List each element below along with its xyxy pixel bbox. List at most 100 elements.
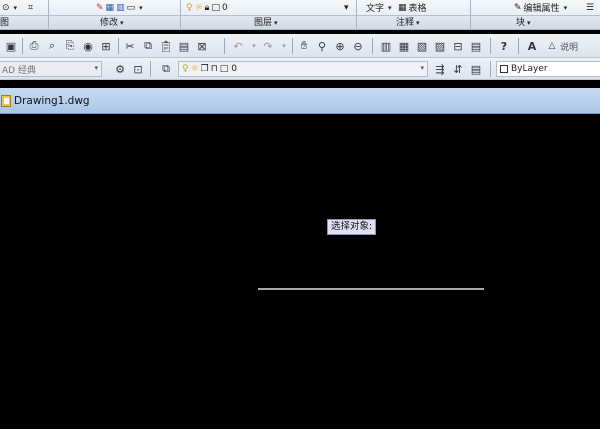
panel-draw-label[interactable]: 图 [0,16,9,29]
layer-value: 0 [231,64,238,74]
toolbar-separator [22,38,23,54]
array-icon: ▦ [105,2,115,13]
ribbon-tools-row: ⊙ ▾ ⌗ ✎ ▦ ▥ ▭ ▾ ♀ ☼ 🔒︎ □ 0 ▾ 文字 ▾ ▦ 表格 ✎… [0,0,600,15]
rectangle-icon: ▭ [126,2,136,13]
properties-icon[interactable]: ☰ [586,1,594,14]
zoom-realtime-icon[interactable]: ⚲ [314,38,330,54]
command-prompt-tooltip: 选择对象: [327,219,377,235]
panel-block-label[interactable]: 块 ▾ [516,16,531,29]
edit-attribute-label: 编辑属性 [523,4,560,14]
edit-attribute-button[interactable]: ✎ 编辑属性 ▾ [514,1,568,15]
save-icon[interactable]: ▣ [3,38,19,54]
print-icon[interactable]: ⎙ [26,38,42,54]
document-tab[interactable]: Drawing1.dwg [0,92,90,110]
help-icon[interactable]: ? [496,38,512,54]
toolbar-separator [372,38,373,54]
modify-tools[interactable]: ✎ ▦ ▥ ▭ ▾ [96,1,143,14]
color-value: ByLayer [511,64,548,74]
pencil-icon: ✎ [96,2,104,13]
color-combo[interactable]: ByLayer [496,61,600,77]
description-label: 说明 [560,43,579,53]
chevron-down-icon: ▾ [13,3,18,12]
copy-icon[interactable]: ⧉ [140,38,156,54]
grid-icon: ▥ [116,2,125,13]
color-swatch-icon [500,65,508,73]
circle-icon: ⊙ [2,2,10,13]
chevron-down-icon: ▾ [139,3,143,12]
lightbulb-icon: ♀ [182,64,189,74]
edit-attribute-icon: ✎ [514,2,522,13]
zoom-window-icon[interactable]: ⊕ [332,38,348,54]
layer-dropdown-arrow[interactable]: ▾ [344,1,349,14]
ribbon: ⊙ ▾ ⌗ ✎ ▦ ▥ ▭ ▾ ♀ ☼ 🔒︎ □ 0 ▾ 文字 ▾ ▦ 表格 ✎… [0,0,600,30]
document-title: Drawing1.dwg [14,95,90,107]
table-button[interactable]: ▦ 表格 [398,1,427,15]
chevron-down-icon: ▾ [344,2,349,13]
toolbar-separator [292,38,293,54]
toolbar-separator [150,61,151,77]
panel-modify-label[interactable]: 修改 ▾ [100,16,124,29]
lightbulb-icon: ♀ [186,2,193,13]
toolbar-separator [518,38,519,54]
drawing-canvas[interactable]: 选择对象: [0,115,600,429]
standard-toolbar: ▣ ⎙ ⌕ ⎘ ◉ ⊞ ✂ ⧉ 📋︎ ▤ ⊠ ↶ ▾ ↷ ▾ ✋︎ ⚲ ⊕ ⊖ … [0,34,600,58]
hatch-tool[interactable]: ⌗ [28,1,33,14]
layer-properties-icon[interactable]: ⧉ [158,61,174,77]
properties-icon[interactable]: ▥ [378,38,394,54]
layer-combo[interactable]: ♀ ☼ ❐ ⊓ □ 0 ▾ [178,61,428,77]
calculator-icon[interactable]: ▤ [468,38,484,54]
pan-icon[interactable]: ✋︎ [296,38,312,54]
layer-state-icon[interactable]: ▤ [468,61,484,77]
chevron-down-icon: ▾ [388,3,392,12]
zoom-previous-icon[interactable]: ⊖ [350,38,366,54]
etransmit-icon[interactable]: ⊞ [98,38,114,54]
ribbon-panel-labels: 图 修改 ▾ 图层 ▾ 注释 ▾ 块 ▾ [0,15,600,29]
design-center-icon[interactable]: ▦ [396,38,412,54]
panel-separator [356,0,357,29]
panel-separator [180,0,181,29]
markup-icon[interactable]: ⊟ [450,38,466,54]
chevron-down-icon: ▾ [563,3,568,12]
color-square-icon: □ [219,64,229,74]
panel-annotation-label[interactable]: 注释 ▾ [396,16,420,29]
chevron-down-icon[interactable]: ▾ [276,38,292,54]
workspace-save-icon[interactable]: ⊡ [130,61,146,77]
toolbar-separator [224,38,225,54]
block-editor-icon[interactable]: ⊠ [194,38,210,54]
toolbar-separator [118,38,119,54]
redo-icon[interactable]: ↷ [260,38,276,54]
circle-tool[interactable]: ⊙ ▾ [2,1,17,14]
match-properties-icon[interactable]: ▤ [176,38,192,54]
color-square-icon: □ [211,2,220,13]
make-current-icon[interactable]: ⇶ [432,61,448,77]
3d-dwf-icon[interactable]: ◉ [80,38,96,54]
document-tab-bar: Drawing1.dwg [0,88,600,114]
layer-state[interactable]: ♀ ☼ 🔒︎ □ 0 [186,1,228,14]
sheet-set-icon[interactable]: ▨ [432,38,448,54]
cut-icon[interactable]: ✂ [122,38,138,54]
tool-palettes-icon[interactable]: ▧ [414,38,430,54]
undo-icon[interactable]: ↶ [230,38,246,54]
toolbar-separator [490,61,491,77]
workspace-settings-icon[interactable]: ⚙ [112,61,128,77]
panel-separator [48,0,49,29]
line-entity[interactable] [258,288,484,290]
workspace-combo[interactable]: AD 经典 ▾ [0,61,102,77]
list-icon: ☰ [586,2,595,13]
text-label: 文字 [366,4,385,14]
text-style-icon[interactable]: A [524,38,540,54]
chevron-down-icon: ▾ [420,64,424,72]
text-button[interactable]: 文字 ▾ [366,1,392,15]
lock-icon: ⊓ [210,64,218,74]
sun-icon: ☼ [194,2,203,13]
paste-icon[interactable]: 📋︎ [158,38,174,54]
sun-icon: ☼ [190,64,199,74]
freeze-icon: ❐ [200,64,209,74]
panel-layer-label[interactable]: 图层 ▾ [254,16,278,29]
layer-value: 0 [221,2,228,13]
toolbar-separator [490,38,491,54]
layer-previous-icon[interactable]: ⇵ [450,61,466,77]
print-preview-icon[interactable]: ⌕ [44,38,60,54]
publish-icon[interactable]: ⎘ [62,38,78,54]
annotation-icon[interactable]: △ [544,38,560,54]
